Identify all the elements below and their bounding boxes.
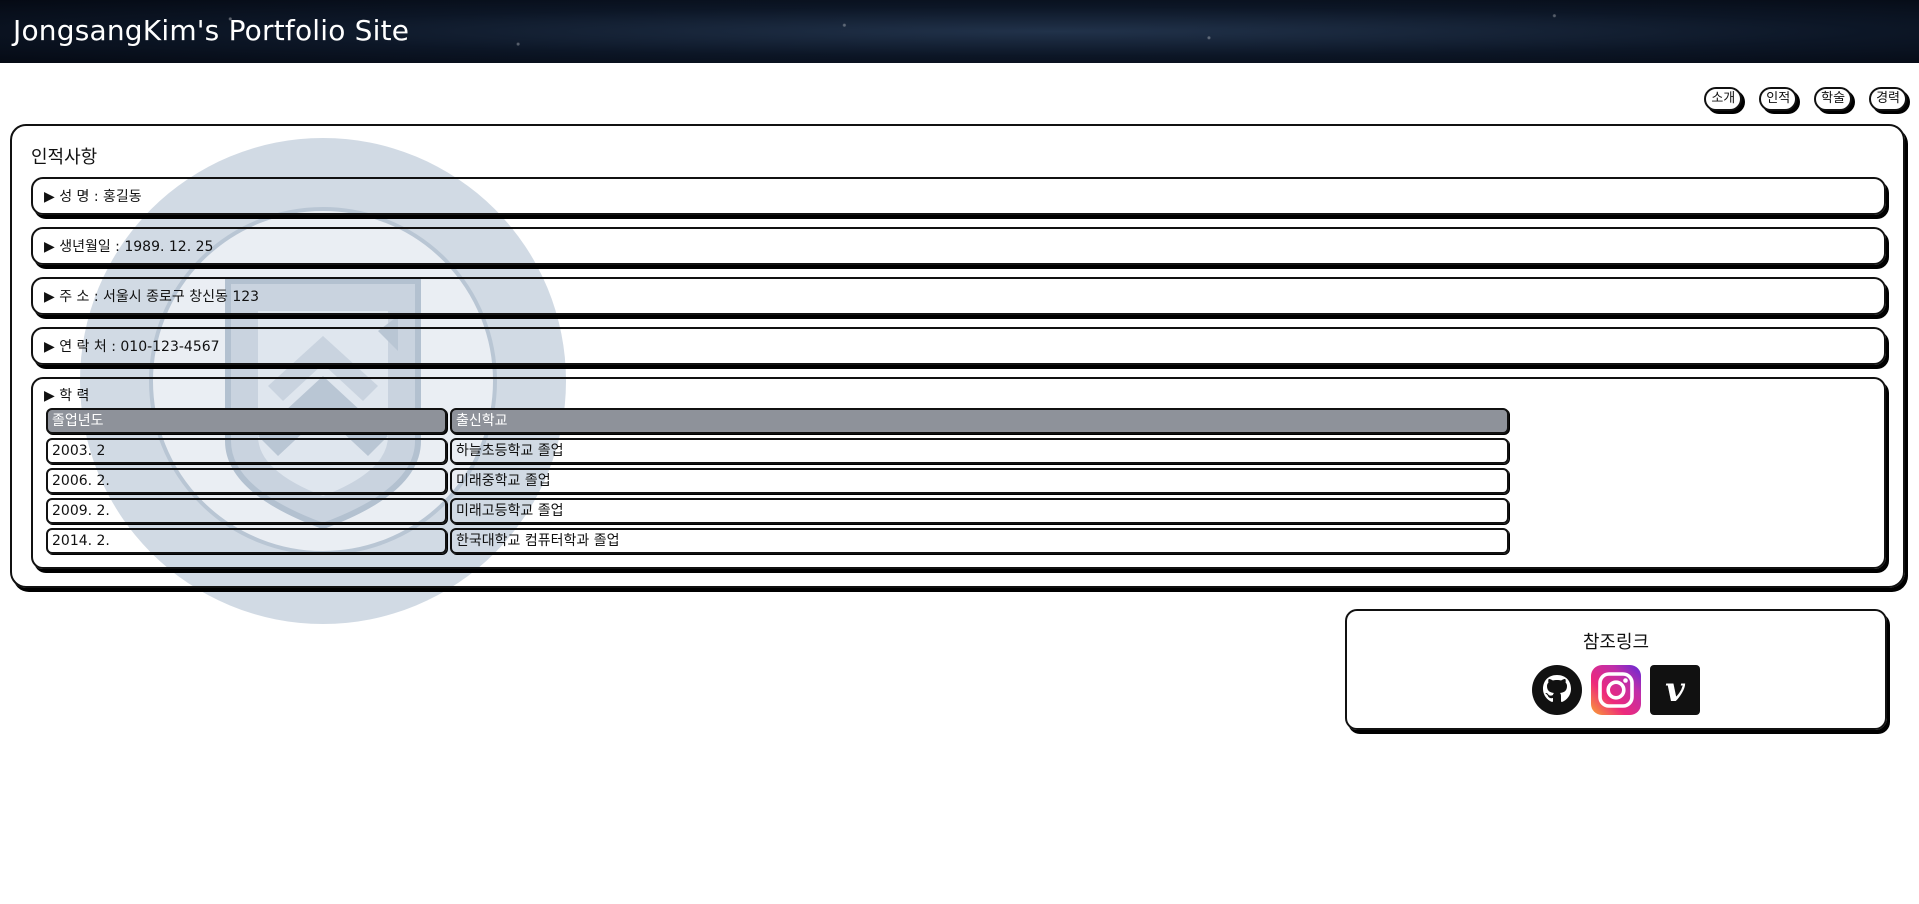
nav-button-intro[interactable]: 소개 [1704,87,1743,111]
contact-row: ▶ 연 락 처 : 010-123-4567 [31,327,1886,365]
nav-button-academic[interactable]: 학술 [1814,87,1853,111]
svg-text:v: v [1665,670,1686,710]
site-header: JongsangKim's Portfolio Site [0,0,1919,63]
table-header-year: 졸업년도 [46,408,447,434]
table-cell-year: 2006. 2. [46,468,447,494]
section-title: 인적사항 [31,147,98,168]
links-title: 참조링크 [1582,632,1650,653]
top-nav: 소개 인적 학술 경력 [1704,87,1907,111]
nav-button-personal[interactable]: 인적 [1759,87,1798,111]
instagram-icon[interactable] [1591,665,1641,715]
table-cell-school: 미래고등학교 졸업 [450,498,1509,524]
table-header-school: 출신학교 [450,408,1509,434]
address-row: ▶ 주 소 : 서울시 종로구 창신동 123 [31,277,1886,315]
education-label: ▶ 학 력 [44,388,90,404]
name-row: ▶ 성 명 : 홍길동 [31,177,1886,215]
table-cell-year: 2003. 2 [46,438,447,464]
table-cell-year: 2014. 2. [46,528,447,554]
education-box: ▶ 학 력 졸업년도 출신학교 2003. 2 하늘초등학교 졸업 2006. … [31,377,1886,569]
table-cell-school: 한국대학교 컴퓨터학과 졸업 [450,528,1509,554]
table-cell-school: 미래중학교 졸업 [450,468,1509,494]
vimeo-icon[interactable]: v [1650,665,1700,715]
table-cell-year: 2009. 2. [46,498,447,524]
site-title: JongsangKim's Portfolio Site [13,14,410,47]
github-icon[interactable] [1532,665,1582,715]
birthdate-row: ▶ 생년월일 : 1989. 12. 25 [31,227,1886,265]
reference-links-box: 참조링크 v [1345,609,1887,730]
table-cell-school: 하늘초등학교 졸업 [450,438,1509,464]
nav-button-career[interactable]: 경력 [1869,87,1907,111]
